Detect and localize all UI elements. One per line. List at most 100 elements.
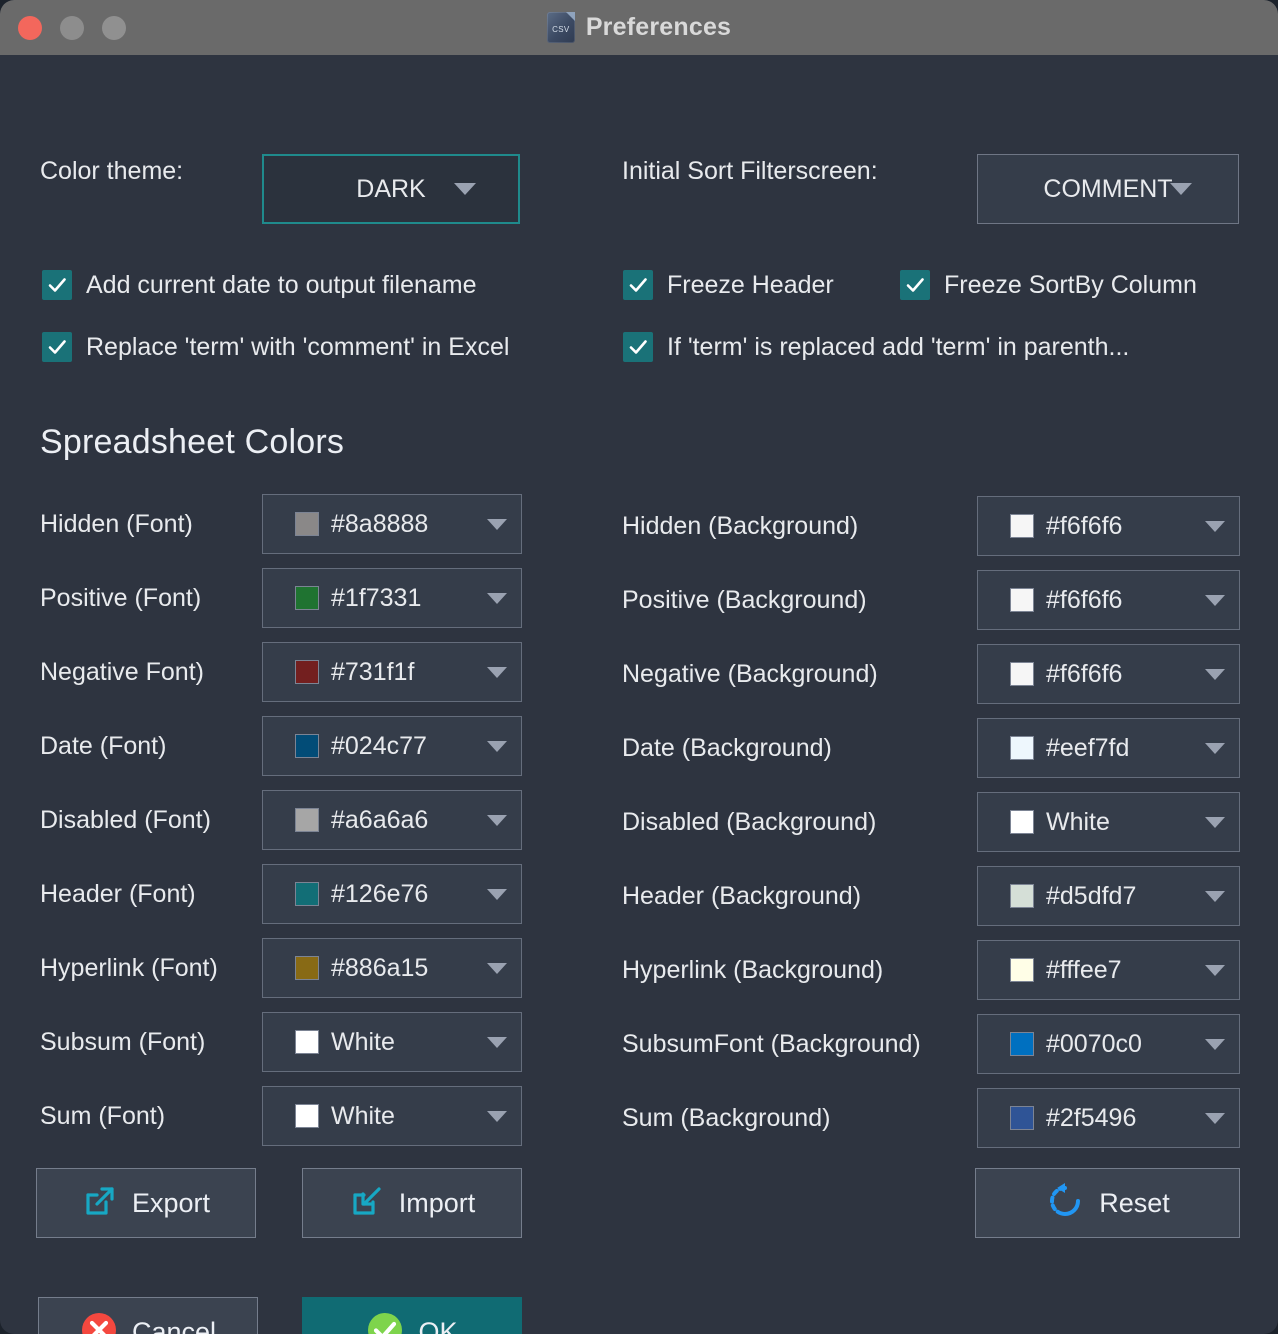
title-group: CSV Preferences xyxy=(0,12,1278,43)
color-select[interactable]: #0070c0 xyxy=(977,1014,1240,1074)
color-swatch xyxy=(1010,588,1034,612)
color-row: Header (Background) #d5dfd7 xyxy=(622,866,1240,926)
color-select[interactable]: #1f7331 xyxy=(262,568,522,628)
color-select[interactable]: #a6a6a6 xyxy=(262,790,522,850)
checkbox-term-in-parenthesis[interactable]: If 'term' is replaced add 'term' in pare… xyxy=(623,332,1129,362)
color-swatch xyxy=(1010,662,1034,686)
color-row: Hidden (Background) #f6f6f6 xyxy=(622,496,1240,556)
color-select[interactable]: White xyxy=(262,1012,522,1072)
csv-icon-label: CSV xyxy=(552,25,570,34)
color-select[interactable]: #f6f6f6 xyxy=(977,644,1240,704)
color-swatch xyxy=(1010,1106,1034,1130)
color-row: Subsum (Font) White xyxy=(40,1012,522,1072)
color-row-label: Positive (Background) xyxy=(622,585,867,614)
preferences-window: CSV Preferences Color theme: DARK Initia… xyxy=(0,0,1278,1334)
export-button[interactable]: Export xyxy=(36,1168,256,1238)
chevron-down-icon xyxy=(487,1036,507,1048)
color-value: #2f5496 xyxy=(1046,1103,1137,1132)
checkbox-add-current-date[interactable]: Add current date to output filename xyxy=(42,270,477,300)
color-select[interactable]: #2f5496 xyxy=(977,1088,1240,1148)
color-select[interactable]: #731f1f xyxy=(262,642,522,702)
color-value: #024c77 xyxy=(331,731,427,760)
preferences-body: Color theme: DARK Initial Sort Filterscr… xyxy=(0,55,1278,1334)
color-value: #a6a6a6 xyxy=(331,805,429,834)
initial-sort-select[interactable]: COMMENT xyxy=(977,154,1239,224)
checkbox-box[interactable] xyxy=(42,270,72,300)
color-row-label: SubsumFont (Background) xyxy=(622,1029,921,1058)
checkbox-replace-term-with-comment[interactable]: Replace 'term' with 'comment' in Excel xyxy=(42,332,509,362)
color-select[interactable]: #eef7fd xyxy=(977,718,1240,778)
color-select[interactable]: #126e76 xyxy=(262,864,522,924)
color-row-label: Negative Font) xyxy=(40,657,204,686)
color-row: Negative (Background) #f6f6f6 xyxy=(622,644,1240,704)
reset-label: Reset xyxy=(1099,1187,1170,1218)
color-value: #886a15 xyxy=(331,953,429,982)
color-swatch xyxy=(295,734,319,758)
color-select[interactable]: #d5dfd7 xyxy=(977,866,1240,926)
color-row: Sum (Background) #2f5496 xyxy=(622,1088,1240,1148)
color-value: #f6f6f6 xyxy=(1046,585,1123,614)
color-value: #8a8888 xyxy=(331,509,429,538)
color-swatch xyxy=(295,1030,319,1054)
color-value: #fffee7 xyxy=(1046,955,1122,984)
csv-file-icon: CSV xyxy=(546,12,575,43)
color-swatch xyxy=(295,586,319,610)
color-select[interactable]: #024c77 xyxy=(262,716,522,776)
color-row: Disabled (Font) #a6a6a6 xyxy=(40,790,522,850)
color-row-label: Negative (Background) xyxy=(622,659,878,688)
color-select[interactable]: #f6f6f6 xyxy=(977,496,1240,556)
color-row-label: Disabled (Font) xyxy=(40,805,211,834)
checkbox-label: Add current date to output filename xyxy=(86,270,477,299)
checkbox-freeze-sortby-column[interactable]: Freeze SortBy Column xyxy=(900,270,1197,300)
chevron-down-icon xyxy=(1170,183,1192,195)
color-row-label: Header (Font) xyxy=(40,879,196,908)
export-icon xyxy=(82,1183,118,1224)
checkbox-box[interactable] xyxy=(623,270,653,300)
color-value: #1f7331 xyxy=(331,583,422,612)
checkbox-box[interactable] xyxy=(623,332,653,362)
ok-button[interactable]: OK xyxy=(302,1297,522,1334)
color-select[interactable]: #8a8888 xyxy=(262,494,522,554)
color-select[interactable]: #f6f6f6 xyxy=(977,570,1240,630)
chevron-down-icon xyxy=(1205,816,1225,828)
color-select[interactable]: White xyxy=(262,1086,522,1146)
color-swatch xyxy=(1010,514,1034,538)
color-row: Hyperlink (Font) #886a15 xyxy=(40,938,522,998)
color-swatch xyxy=(1010,1032,1034,1056)
import-icon xyxy=(349,1183,385,1224)
checkbox-box[interactable] xyxy=(900,270,930,300)
chevron-down-icon xyxy=(487,518,507,530)
check-circle-icon xyxy=(366,1311,404,1334)
color-row-label: Positive (Font) xyxy=(40,583,202,612)
reset-button[interactable]: Reset xyxy=(975,1168,1240,1238)
color-swatch xyxy=(295,882,319,906)
window-title: Preferences xyxy=(585,13,732,41)
color-row: Hidden (Font) #8a8888 xyxy=(40,494,522,554)
chevron-down-icon xyxy=(487,888,507,900)
checkbox-label: Freeze SortBy Column xyxy=(944,270,1197,299)
chevron-down-icon xyxy=(1205,1112,1225,1124)
color-row-label: Hyperlink (Font) xyxy=(40,953,218,982)
cancel-button[interactable]: Cancel xyxy=(38,1297,258,1334)
color-swatch xyxy=(1010,736,1034,760)
color-row: SubsumFont (Background) #0070c0 xyxy=(622,1014,1240,1074)
chevron-down-icon xyxy=(1205,1038,1225,1050)
color-value: #731f1f xyxy=(331,657,415,686)
color-row-label: Header (Background) xyxy=(622,881,862,910)
color-select[interactable]: #886a15 xyxy=(262,938,522,998)
color-select[interactable]: White xyxy=(977,792,1240,852)
checkbox-freeze-header[interactable]: Freeze Header xyxy=(623,270,834,300)
checkbox-box[interactable] xyxy=(42,332,72,362)
color-row-label: Sum (Font) xyxy=(40,1101,166,1130)
color-swatch xyxy=(295,660,319,684)
color-row-label: Hidden (Font) xyxy=(40,509,193,538)
color-select[interactable]: #fffee7 xyxy=(977,940,1240,1000)
import-label: Import xyxy=(398,1187,476,1218)
color-swatch xyxy=(1010,884,1034,908)
initial-sort-row: Initial Sort Filterscreen: xyxy=(622,157,878,186)
chevron-down-icon xyxy=(1205,668,1225,680)
color-value: #f6f6f6 xyxy=(1046,511,1123,540)
color-value: White xyxy=(1046,807,1110,836)
import-button[interactable]: Import xyxy=(302,1168,522,1238)
color-theme-select[interactable]: DARK xyxy=(262,154,520,224)
